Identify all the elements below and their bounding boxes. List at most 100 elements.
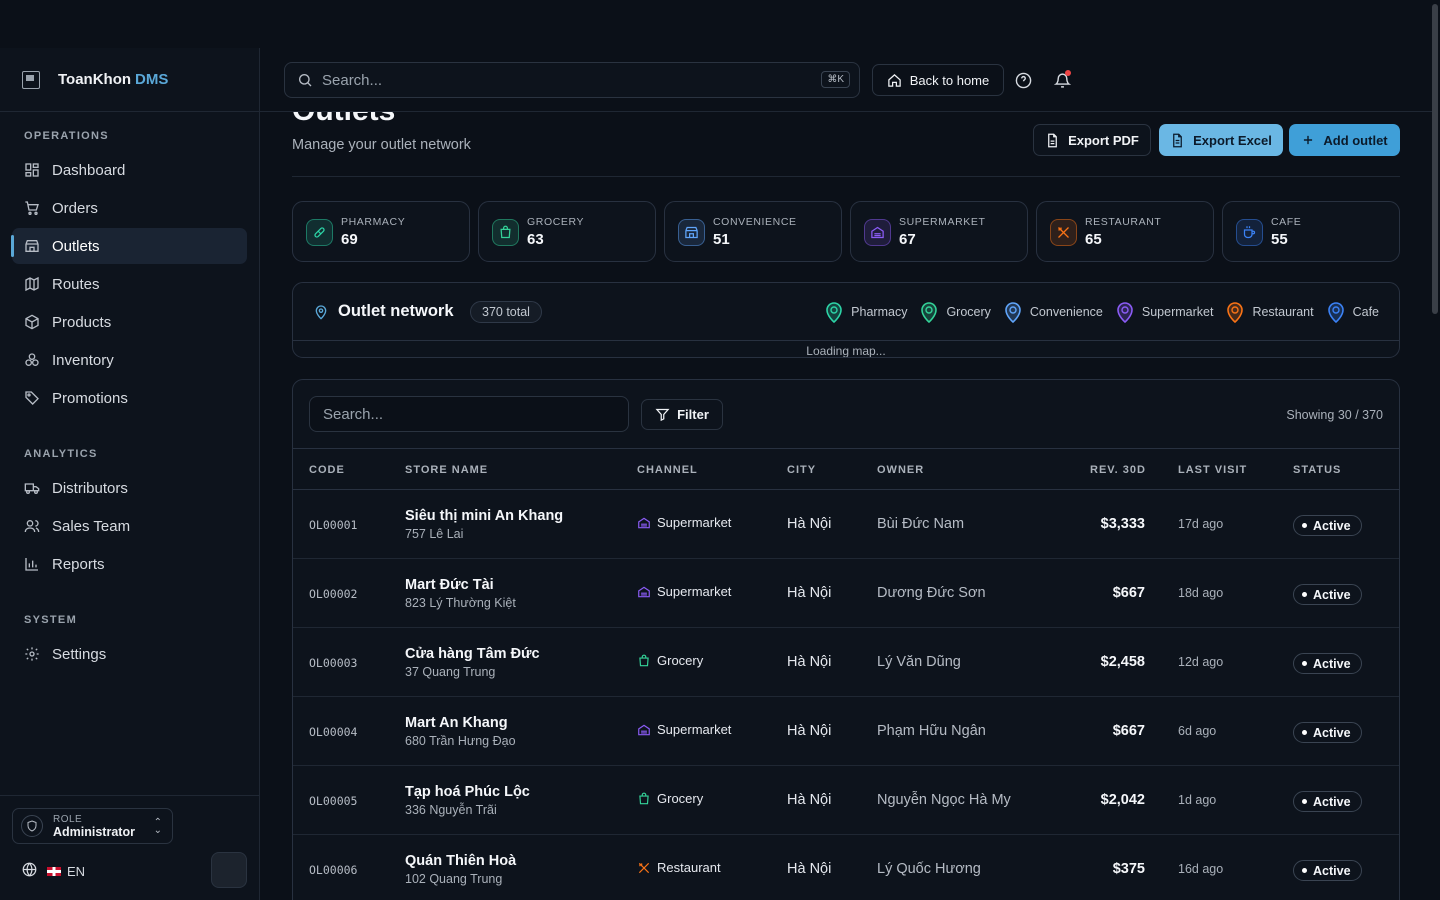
revenue-30d: $375 — [1112, 861, 1145, 877]
column-revenue[interactable]: REV. 30D — [1090, 464, 1146, 476]
grocery-icon — [637, 792, 651, 806]
sidebar-item-label: Orders — [52, 199, 98, 217]
channel-card-cafe[interactable]: CAFE 55 — [1222, 201, 1400, 262]
channel-card-grocery[interactable]: GROCERY 63 — [478, 201, 656, 262]
column-channel[interactable]: CHANNEL — [637, 464, 698, 476]
table-row[interactable]: OL00006 Quán Thiên Hoà 102 Quang Trung Rest… — [293, 835, 1399, 900]
city: Hà Nội — [787, 861, 832, 877]
cart-icon — [24, 200, 40, 216]
column-status[interactable]: STATUS — [1293, 464, 1341, 476]
boxes-icon — [24, 352, 40, 368]
map-title: Outlet network — [313, 302, 454, 321]
filter-button[interactable]: Filter — [641, 399, 723, 430]
nav-section-system: SYSTEM — [24, 614, 78, 626]
outlets-table-panel: Search... Filter Showing 30 / 370 CODE S… — [292, 379, 1400, 900]
channel-cell: Supermarket — [637, 515, 731, 530]
last-visit: 1d ago — [1178, 793, 1217, 807]
sidebar-item-distributors[interactable]: Distributors — [12, 470, 247, 506]
status-label: Active — [1313, 587, 1351, 602]
language-switcher[interactable]: EN — [22, 862, 85, 880]
store-icon — [24, 238, 40, 254]
store-address: 757 Lê Lai — [405, 527, 464, 541]
export-excel-label: Export Excel — [1193, 132, 1272, 148]
export-excel-button[interactable]: Export Excel — [1159, 124, 1283, 156]
outlet-code: OL00006 — [309, 863, 358, 877]
global-search-placeholder: Search... — [322, 71, 383, 89]
status-dot — [1302, 868, 1307, 873]
channel-label: Grocery — [657, 791, 704, 806]
column-owner[interactable]: OWNER — [877, 464, 924, 476]
outlet-code: OL00005 — [309, 794, 358, 808]
scrollbar-thumb[interactable] — [1432, 4, 1438, 314]
table-row[interactable]: OL00003 Cửa hàng Tâm Đức 37 Quang Trung Gro… — [293, 628, 1399, 697]
role-switcher[interactable]: ROLE Administrator ⌃ ⌄ — [12, 808, 173, 844]
outlet-code: OL00002 — [309, 587, 358, 601]
filter-icon — [655, 407, 670, 422]
sidebar-item-dashboard[interactable]: Dashboard — [12, 152, 247, 188]
restaurant-icon — [1050, 219, 1077, 246]
channel-card-label: RESTAURANT — [1085, 216, 1162, 228]
help-button[interactable] — [1013, 70, 1033, 90]
channel-cell: Grocery — [637, 653, 703, 668]
back-to-home-label: Back to home — [909, 72, 990, 88]
theme-toggle-button[interactable] — [211, 852, 247, 888]
store-address: 102 Quang Trung — [405, 872, 503, 886]
page-scrollbar[interactable] — [1430, 0, 1440, 900]
sidebar-item-orders[interactable]: Orders — [12, 190, 247, 226]
sidebar-item-products[interactable]: Products — [12, 304, 247, 340]
legend-label: Convenience — [1029, 305, 1103, 319]
owner: Lý Quốc Hương — [877, 861, 981, 877]
channel-card-restaurant[interactable]: RESTAURANT 65 — [1036, 201, 1214, 262]
table-row[interactable]: OL00002 Mart Đức Tài 823 Lý Thường Kiệt Sup… — [293, 559, 1399, 628]
back-to-home-button[interactable]: Back to home — [872, 64, 1004, 96]
export-pdf-button[interactable]: Export PDF — [1033, 124, 1151, 156]
table-row[interactable]: OL00005 Tạp hoá Phúc Lộc 336 Nguyễn Trãi Gr… — [293, 766, 1399, 835]
channel-card-convenience[interactable]: CONVENIENCE 51 — [664, 201, 842, 262]
sidebar-item-reports[interactable]: Reports — [12, 546, 247, 582]
revenue-30d: $667 — [1112, 585, 1145, 601]
brand[interactable]: ToanKhon DMS — [0, 48, 259, 112]
table-row[interactable]: OL00001 Siêu thị mini An Khang 757 Lê Lai S… — [293, 490, 1399, 559]
city: Hà Nội — [787, 792, 832, 808]
sidebar-item-outlets[interactable]: Outlets — [11, 228, 247, 264]
column-store-name[interactable]: STORE NAME — [405, 464, 488, 476]
table-search-input[interactable]: Search... — [309, 396, 629, 432]
showing-count: Showing 30 / 370 — [1286, 408, 1383, 422]
status-dot — [1302, 523, 1307, 528]
channel-card-label: CONVENIENCE — [713, 216, 797, 228]
channel-card-pharmacy[interactable]: PHARMACY 69 — [292, 201, 470, 262]
brand-logo-icon — [22, 70, 40, 89]
channel-card-supermarket[interactable]: SUPERMARKET 67 — [850, 201, 1028, 262]
table-body: OL00001 Siêu thị mini An Khang 757 Lê Lai S… — [293, 490, 1399, 900]
sidebar-item-promotions[interactable]: Promotions — [12, 380, 247, 416]
add-outlet-button[interactable]: Add outlet — [1289, 124, 1400, 156]
notifications-button[interactable] — [1052, 70, 1072, 90]
sidebar-item-inventory[interactable]: Inventory — [12, 342, 247, 378]
convenience-icon — [678, 219, 705, 246]
nav-group-operations: Dashboard Orders Outlets Routes Products Inve… — [0, 152, 259, 416]
sidebar-item-sales-team[interactable]: Sales Team — [12, 508, 247, 544]
channel-label: Supermarket — [657, 515, 732, 530]
brand-accent: DMS — [135, 71, 169, 88]
chart-icon — [24, 556, 40, 572]
channel-card-label: CAFE — [1271, 216, 1302, 228]
legend-item-grocery: Grocery — [920, 301, 991, 323]
column-code[interactable]: CODE — [309, 464, 345, 476]
globe-icon — [22, 862, 37, 880]
sidebar-item-label: Sales Team — [52, 517, 131, 535]
status-dot — [1302, 661, 1307, 666]
last-visit: 6d ago — [1178, 724, 1217, 738]
status-badge: Active — [1293, 722, 1362, 743]
column-last-visit[interactable]: LAST VISIT — [1178, 464, 1247, 476]
outlet-code: OL00001 — [309, 518, 358, 532]
sidebar-item-routes[interactable]: Routes — [12, 266, 247, 302]
global-search-input[interactable]: Search... ⌘K — [284, 62, 860, 98]
map-loading-text: Loading map... — [806, 344, 886, 358]
sidebar-item-settings[interactable]: Settings — [12, 636, 247, 672]
column-city[interactable]: CITY — [787, 464, 816, 476]
help-icon — [1015, 72, 1031, 88]
last-visit: 17d ago — [1178, 517, 1224, 531]
map-title-text: Outlet network — [338, 302, 454, 320]
table-row[interactable]: OL00004 Mart An Khang 680 Trần Hưng Đạo Sup… — [293, 697, 1399, 766]
channel-label: Supermarket — [657, 584, 732, 599]
